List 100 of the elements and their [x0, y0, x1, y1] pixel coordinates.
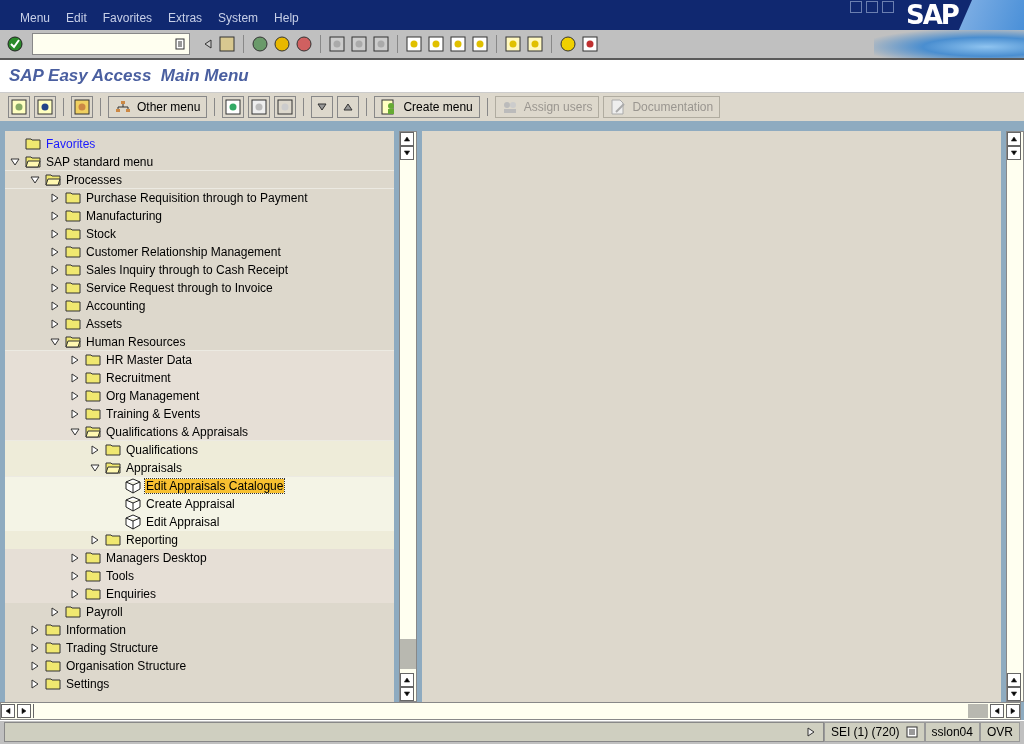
folder-item[interactable]: Settings: [65, 676, 111, 691]
minimize-button[interactable]: [850, 1, 862, 13]
folder-item[interactable]: Human Resources: [85, 334, 187, 349]
expand-arrow-icon[interactable]: [49, 263, 61, 276]
command-field[interactable]: [32, 33, 190, 55]
toolbar-button[interactable]: Other menu: [108, 96, 208, 118]
expand-arrow-icon[interactable]: [69, 389, 81, 402]
expand-arrow-icon[interactable]: [69, 587, 81, 600]
users-icon: [501, 100, 518, 114]
expand-arrow-icon[interactable]: [69, 371, 81, 384]
collapse-arrow-icon[interactable]: [49, 335, 61, 348]
close-button[interactable]: [882, 1, 894, 13]
expand-arrow-icon[interactable]: [804, 725, 817, 738]
folder-item[interactable]: Stock: [85, 226, 117, 241]
menu-item[interactable]: System: [210, 11, 267, 30]
folder-icon: [85, 407, 101, 420]
horizontal-scrollbar[interactable]: [0, 702, 1021, 720]
folder-item[interactable]: HR Master Data: [105, 352, 194, 367]
folder-item[interactable]: Enquiries: [105, 586, 158, 601]
up-arrow-icon[interactable]: [342, 101, 355, 113]
check-icon[interactable]: [6, 35, 24, 53]
menu-item[interactable]: Favorites: [94, 11, 161, 30]
menu-item[interactable]: Menu: [12, 11, 59, 30]
list-icon[interactable]: [905, 725, 918, 738]
favorites-link[interactable]: Favorites: [45, 136, 97, 151]
expand-arrow-icon[interactable]: [49, 227, 61, 240]
folder-icon: [45, 677, 61, 690]
folder-item[interactable]: Information: [65, 622, 128, 637]
folder-icon: [65, 191, 81, 204]
folder-item[interactable]: Reporting: [125, 532, 180, 547]
expand-arrow-icon[interactable]: [69, 407, 81, 420]
folder-item[interactable]: Service Request through to Invoice: [85, 280, 274, 295]
collapse-arrow-icon[interactable]: [89, 461, 101, 474]
transaction-item[interactable]: Edit Appraisals Catalogue: [145, 478, 285, 493]
scrollbar[interactable]: [1006, 131, 1024, 702]
expand-arrow-icon[interactable]: [49, 605, 61, 618]
folder-item[interactable]: Assets: [85, 316, 123, 331]
folder-item[interactable]: Trading Structure: [65, 640, 160, 655]
list-icon[interactable]: [175, 38, 185, 50]
scrollbar[interactable]: [399, 131, 417, 702]
back-arrow-icon[interactable]: [202, 38, 214, 50]
expand-arrow-icon[interactable]: [89, 533, 101, 546]
expand-arrow-icon[interactable]: [49, 299, 61, 312]
expand-arrow-icon[interactable]: [49, 281, 61, 294]
folder-icon: [65, 605, 81, 618]
folder-item[interactable]: Processes: [65, 172, 124, 187]
insert-mode: OVR: [980, 721, 1020, 742]
expand-arrow-icon[interactable]: [69, 353, 81, 366]
folder-item[interactable]: Appraisals: [125, 460, 184, 475]
open-folder-icon: [105, 461, 121, 474]
menu-item[interactable]: Edit: [58, 11, 95, 30]
scroll-thumb[interactable]: [968, 704, 988, 718]
folder-item[interactable]: Sales Inquiry through to Cash Receipt: [85, 262, 290, 277]
expand-arrow-icon[interactable]: [29, 659, 41, 672]
folder-icon: [65, 245, 81, 258]
cube-icon: [125, 495, 141, 512]
expand-arrow-icon[interactable]: [49, 317, 61, 330]
scroll-thumb[interactable]: [400, 639, 416, 669]
folder-icon: [65, 299, 81, 312]
move-down-button[interactable]: [311, 96, 334, 118]
menu-item[interactable]: Help: [266, 11, 307, 30]
folder-item[interactable]: Customer Relationship Management: [85, 244, 282, 259]
folder-icon: [85, 371, 101, 384]
collapse-arrow-icon[interactable]: [69, 425, 81, 438]
expand-arrow-icon[interactable]: [69, 551, 81, 564]
down-arrow-icon[interactable]: [316, 101, 329, 113]
transaction-item[interactable]: Edit Appraisal: [145, 514, 221, 529]
folder-icon: [105, 533, 121, 546]
expand-arrow-icon[interactable]: [89, 443, 101, 456]
expand-arrow-icon[interactable]: [69, 569, 81, 582]
collapse-arrow-icon[interactable]: [29, 173, 41, 186]
restore-button[interactable]: [866, 1, 878, 13]
folder-icon: [45, 623, 61, 636]
menu-item[interactable]: Extras: [160, 11, 211, 30]
folder-item[interactable]: Qualifications: [125, 442, 200, 457]
expand-arrow-icon[interactable]: [49, 191, 61, 204]
folder-item[interactable]: Purchase Requisition through to Payment: [85, 190, 309, 205]
transaction-item[interactable]: Create Appraisal: [145, 496, 236, 511]
folder-item[interactable]: Organisation Structure: [65, 658, 188, 673]
expand-arrow-icon[interactable]: [29, 641, 41, 654]
expand-arrow-icon[interactable]: [49, 209, 61, 222]
folder-item[interactable]: Accounting: [85, 298, 147, 313]
move-up-button[interactable]: [337, 96, 360, 118]
expand-arrow-icon[interactable]: [29, 623, 41, 636]
folder-icon: [45, 641, 61, 654]
folder-item[interactable]: Manufacturing: [85, 208, 164, 223]
screen-title: SAP Easy Access Main Menu: [9, 66, 249, 86]
server-name: sslon04: [924, 721, 980, 742]
folder-item[interactable]: SAP standard menu: [45, 154, 155, 169]
toolbar-button[interactable]: Create menu: [374, 96, 480, 118]
folder-icon: [65, 227, 81, 240]
expand-arrow-icon[interactable]: [29, 677, 41, 690]
collapse-arrow-icon[interactable]: [9, 155, 21, 168]
folder-item[interactable]: Payroll: [85, 604, 124, 619]
folder-icon: [85, 569, 101, 582]
folder-item[interactable]: Recruitment: [105, 370, 172, 385]
folder-item[interactable]: Tools: [105, 568, 135, 583]
folder-icon: [65, 263, 81, 276]
folder-icon: [65, 281, 81, 294]
expand-arrow-icon[interactable]: [49, 245, 61, 258]
